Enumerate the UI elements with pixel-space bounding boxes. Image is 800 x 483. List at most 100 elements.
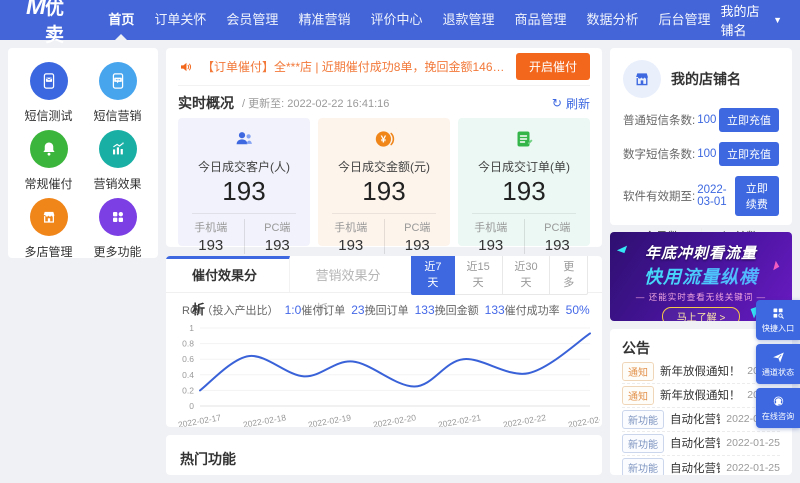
tab-reminder-effect[interactable]: 催付效果分析: [166, 256, 290, 317]
nav-item-marketing[interactable]: 精准营销: [288, 0, 360, 40]
svg-text:2022-02-19: 2022-02-19: [307, 413, 352, 427]
nav-item-admin[interactable]: 后台管理: [649, 0, 721, 40]
stat-value: 193: [222, 176, 266, 206]
svg-text:1: 1: [189, 323, 194, 333]
svg-text:2022-02-22: 2022-02-22: [502, 413, 547, 427]
page-content: 短信测试 短信营销 常规催付 营销效果 多店管理 更多功能 【订单催付】全***…: [0, 40, 800, 483]
floating-toolbar: 快捷入口 通道状态 在线咨询: [756, 300, 800, 428]
range-buttons: 近7天 近15天 近30天 更多: [411, 256, 602, 296]
money-icon: ¥: [372, 127, 396, 151]
storefront-icon: [623, 60, 661, 98]
grid-icon: [98, 198, 137, 236]
sidebar-item-more-functions[interactable]: 更多功能: [83, 198, 152, 260]
chart-icon: [98, 130, 137, 168]
announcement-bar: 【订单催付】全***店 | 近期催付成功8单，挽回金额14678.94元，催付成…: [178, 48, 590, 86]
quick-functions-panel: 短信测试 短信营销 常规催付 营销效果 多店管理 更多功能: [8, 48, 158, 260]
speaker-icon: [178, 59, 194, 75]
app-logo[interactable]: M 优卖: [26, 0, 70, 47]
online-service-button[interactable]: 在线咨询: [756, 388, 800, 428]
stat-card-orders: 今日成交订单(单) 193 手机端 193 PC端 193: [458, 118, 590, 254]
shop-menu[interactable]: 我的店铺名 ▼: [721, 1, 782, 39]
channel-status-button[interactable]: 通道状态: [756, 344, 800, 384]
stat-value: 193: [502, 176, 546, 206]
renew-button[interactable]: 立即续费: [734, 176, 779, 216]
start-reminder-button[interactable]: 开启催付: [515, 53, 590, 80]
svg-text:¥: ¥: [381, 135, 387, 146]
refresh-button[interactable]: ↻ 刷新: [552, 95, 590, 112]
store-icon: [29, 198, 68, 236]
sidebar-item-marketing-effect[interactable]: 营销效果: [83, 130, 152, 192]
quick-entry-icon: [771, 306, 786, 321]
recharge-digital-button[interactable]: 立即充值: [719, 142, 779, 166]
svg-text:0.2: 0.2: [182, 386, 194, 396]
metric-success-rate: 催付成功率 50%: [504, 303, 590, 318]
order-icon: [512, 127, 536, 151]
sms-marketing-icon: [98, 62, 137, 100]
shop-name: 我的店铺名: [671, 71, 741, 87]
svg-text:2022-02-20: 2022-02-20: [372, 413, 417, 427]
bell-icon: [29, 130, 68, 168]
nav-item-product[interactable]: 商品管理: [504, 0, 576, 40]
notice-badge: 通知: [622, 385, 654, 405]
sidebar-item-sms-test[interactable]: 短信测试: [14, 62, 83, 124]
stat-card-customers: 今日成交客户(人) 193 手机端 193 PC端 193: [178, 118, 310, 254]
feature-badge: 新功能: [622, 409, 664, 429]
customers-icon: [232, 127, 256, 151]
realtime-title: 实时概况: [178, 95, 234, 111]
quick-entry-button[interactable]: 快捷入口: [756, 300, 800, 340]
refresh-icon: ↻: [551, 96, 562, 110]
sidebar-item-regular-reminder[interactable]: 常规催付: [14, 130, 83, 192]
realtime-overview-card: 【订单催付】全***店 | 近期催付成功8单，挽回金额14678.94元，催付成…: [166, 48, 602, 254]
sidebar-item-sms-marketing[interactable]: 短信营销: [83, 62, 152, 124]
svg-text:0: 0: [189, 401, 194, 411]
sidebar-item-multi-store[interactable]: 多店管理: [14, 198, 83, 260]
tab-marketing-effect[interactable]: 营销效果分析: [290, 256, 413, 317]
hot-functions-card: 热门功能: [166, 435, 602, 475]
analysis-card: 催付效果分析 营销效果分析 近7天 近15天 近30天 更多 ROI（投入产出比…: [166, 256, 602, 427]
banner-line2: 快用流量纵横: [610, 263, 792, 289]
nav-item-order-care[interactable]: 订单关怀: [144, 0, 216, 40]
realtime-updated: / 更新至: 2022-02-22 16:41:16: [242, 98, 390, 110]
range-more-button[interactable]: 更多: [549, 256, 588, 296]
notice-item[interactable]: 新功能 自动化营销功能上线 2022-01-25: [622, 432, 780, 456]
stat-cards: 今日成交客户(人) 193 手机端 193 PC端 193 ¥ 今日成交金额(元…: [178, 118, 590, 254]
announcement-text: 【订单催付】全***店 | 近期催付成功8单，挽回金额14678.94元，催付成…: [202, 60, 508, 74]
software-expiry-row: 软件有效期至: 2022-03-01 立即续费: [623, 176, 779, 216]
nav-item-member[interactable]: 会员管理: [216, 0, 288, 40]
online-service-icon: [771, 394, 786, 409]
nav-item-refund[interactable]: 退款管理: [432, 0, 504, 40]
nav-item-review[interactable]: 评价中心: [360, 0, 432, 40]
svg-text:0.8: 0.8: [182, 339, 194, 349]
recharge-normal-button[interactable]: 立即充值: [719, 108, 779, 132]
feature-badge: 新功能: [622, 433, 664, 453]
svg-text:2022-02-21: 2022-02-21: [437, 413, 482, 427]
nav-item-home[interactable]: 首页: [98, 0, 144, 40]
top-navbar: M 优卖 首页 订单关怀 会员管理 精准营销 评价中心 退款管理 商品管理 数据…: [0, 0, 800, 46]
nav-item-data[interactable]: 数据分析: [577, 0, 649, 40]
realtime-header: 实时概况 / 更新至: 2022-02-22 16:41:16 ↻ 刷新: [178, 88, 590, 118]
analysis-tabbar: 催付效果分析 营销效果分析 近7天 近15天 近30天 更多: [166, 256, 602, 317]
notice-item[interactable]: 新功能 自动化营销功能上线 2022-01-25: [622, 456, 780, 475]
svg-text:2022-02-23: 2022-02-23: [567, 413, 600, 427]
shop-panel: 我的店铺名 普通短信条数: 100 立即充值 数字短信条数: 100 立即充值 …: [610, 48, 792, 270]
metric-reminder-orders: 催付订单 23: [301, 303, 365, 318]
sms-test-icon: [29, 62, 68, 100]
range-30days-button[interactable]: 近30天: [501, 256, 551, 296]
feature-badge: 新功能: [622, 458, 664, 475]
sms-digital-row: 数字短信条数: 100 立即充值: [623, 142, 779, 166]
svg-text:0.4: 0.4: [182, 370, 194, 380]
metrics-row: ROI（投入产出比） 1:0 催付订单 23 挽回订单 133 挽回金额 133 催付成…: [166, 293, 602, 320]
banner-learn-more-button[interactable]: 马上了解 >: [661, 307, 741, 321]
metric-recovered-orders: 挽回订单 133: [364, 303, 435, 318]
range-7days-button[interactable]: 近7天: [411, 256, 455, 296]
chevron-down-icon: ▼: [773, 15, 782, 25]
line-chart: 0 0.2 0.4 0.6 0.8 1 2022-02-17 2022-02-18 2022-0…: [166, 320, 602, 427]
stat-value: 193: [362, 176, 406, 206]
svg-text:0.6: 0.6: [182, 354, 194, 364]
logo-m-icon: M: [26, 0, 46, 20]
metric-roi: ROI（投入产出比） 1:0: [182, 303, 302, 318]
svg-text:2022-02-18: 2022-02-18: [242, 413, 287, 427]
metric-recovered-amount: 挽回金额 133: [434, 303, 505, 318]
range-15days-button[interactable]: 近15天: [453, 256, 503, 296]
hot-functions-title: 热门功能: [180, 451, 236, 467]
